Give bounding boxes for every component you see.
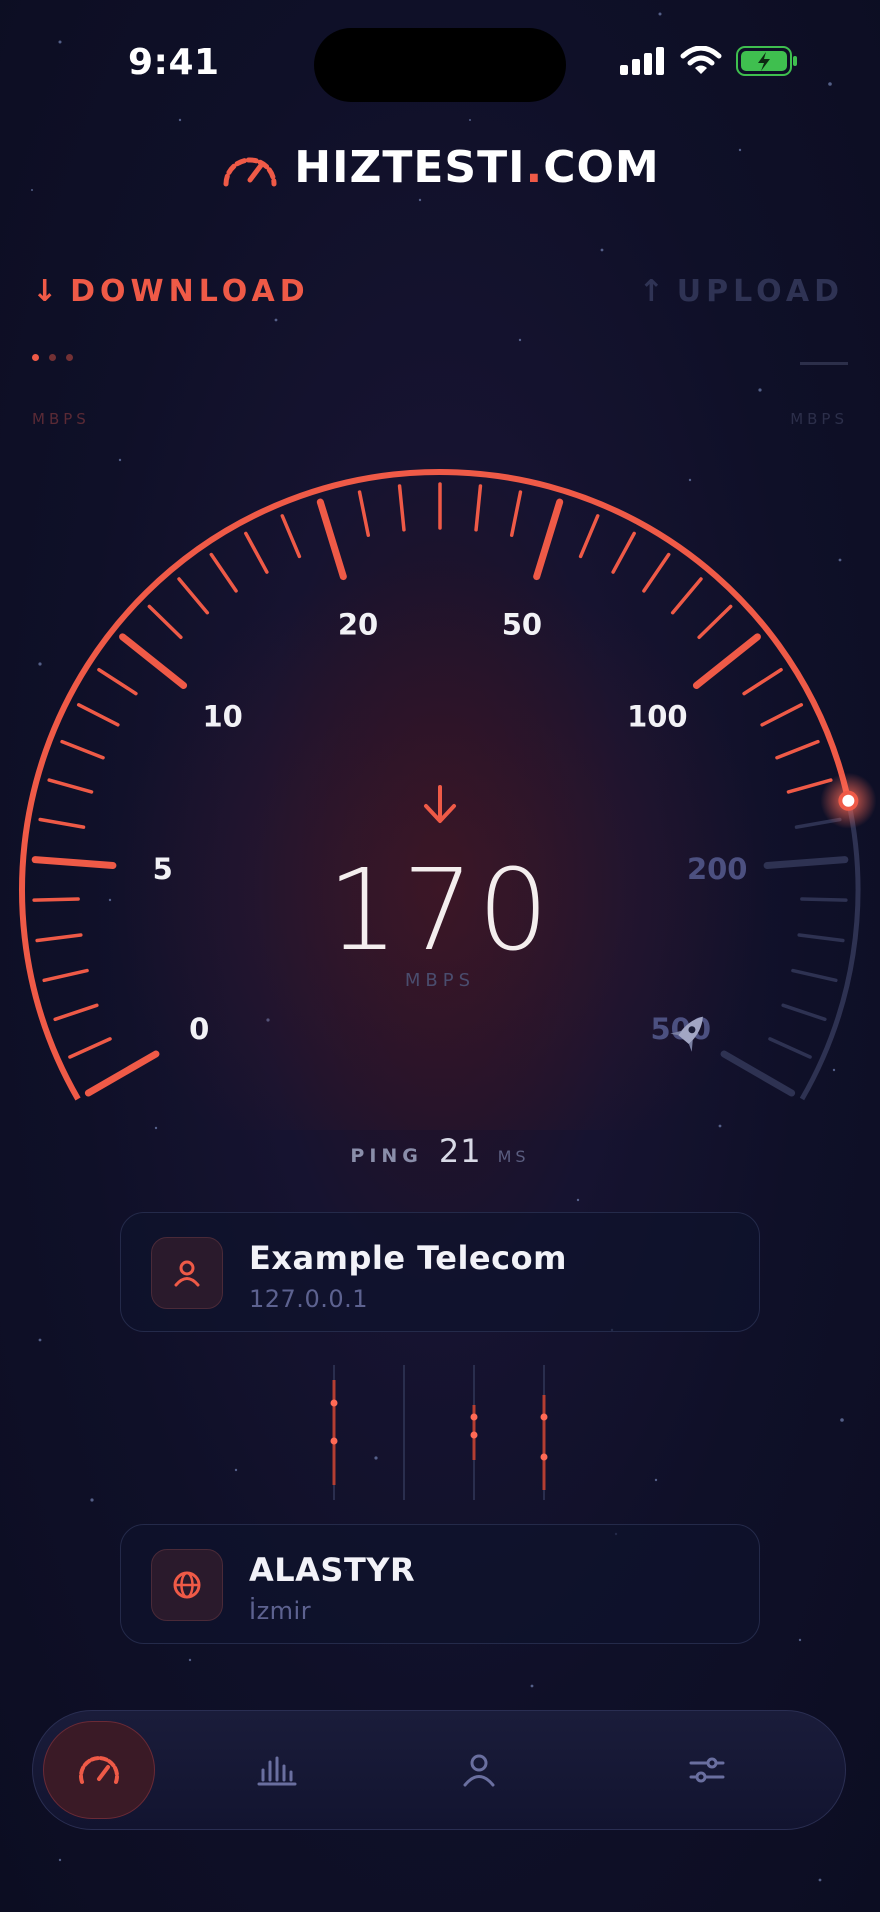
gauge-minor-tick xyxy=(38,817,86,829)
gauge-minor-tick xyxy=(509,490,523,537)
gauge-minor-tick xyxy=(670,577,703,615)
gauge-major-tick xyxy=(316,498,347,581)
ping-readout: PING 21 MS xyxy=(0,1132,880,1170)
gauge-minor-tick xyxy=(642,552,671,593)
gauge-needle-knob xyxy=(838,790,859,811)
gauge-minor-tick xyxy=(60,739,105,760)
ping-label: PING xyxy=(350,1145,423,1167)
profile-icon xyxy=(463,1754,495,1787)
gauge-scale-label: 0 xyxy=(189,1012,209,1046)
gauge-minor-tick xyxy=(397,484,406,532)
tab-profile[interactable] xyxy=(423,1721,535,1819)
bottom-tab-bar xyxy=(32,1710,846,1830)
speedometer-icon xyxy=(79,1756,119,1784)
isp-ip-address: 127.0.0.1 xyxy=(249,1285,369,1313)
gauge-minor-tick xyxy=(768,1037,812,1059)
tab-results[interactable] xyxy=(221,1721,333,1819)
server-location: İzmir xyxy=(249,1597,312,1625)
gauge-minor-tick xyxy=(775,739,820,760)
gauge-minor-tick xyxy=(53,1003,99,1022)
gauge-major-tick xyxy=(119,633,188,689)
gauge-scale-label: 100 xyxy=(627,700,688,734)
gauge-minor-tick xyxy=(97,667,138,696)
gauge-minor-tick xyxy=(76,703,120,727)
gauge-minor-tick xyxy=(474,484,483,532)
gauge-minor-tick xyxy=(47,778,94,794)
speed-value: 170 xyxy=(327,846,553,976)
download-direction-icon xyxy=(424,785,456,823)
gauge-minor-tick xyxy=(177,577,210,615)
isp-card[interactable]: Example Telecom 127.0.0.1 xyxy=(120,1212,760,1332)
gauge-minor-tick xyxy=(147,604,183,639)
user-icon xyxy=(151,1237,223,1309)
speed-unit: MBPS xyxy=(404,970,476,991)
server-card[interactable]: ALASTYR İzmir xyxy=(120,1524,760,1644)
gauge-scale-label: 10 xyxy=(202,700,242,734)
gauge-major-tick xyxy=(84,1050,160,1097)
gauge-scale-label: 20 xyxy=(338,607,378,641)
gauge-minor-tick xyxy=(209,552,238,593)
isp-name: Example Telecom xyxy=(249,1239,567,1277)
gauge-minor-tick xyxy=(781,1003,827,1022)
ping-value: 21 xyxy=(438,1132,482,1170)
gauge-minor-tick xyxy=(357,490,371,537)
gauge-major-tick xyxy=(720,1050,796,1097)
gauge-major-tick xyxy=(533,498,564,581)
gauge-minor-tick xyxy=(760,703,804,727)
sliders-icon xyxy=(689,1757,725,1783)
globe-icon xyxy=(151,1549,223,1621)
connection-animation xyxy=(330,1365,548,1500)
tab-settings[interactable] xyxy=(651,1721,763,1819)
gauge-minor-tick xyxy=(280,514,302,559)
gauge-minor-tick xyxy=(611,531,636,574)
gauge-minor-tick xyxy=(742,667,783,696)
gauge-minor-tick xyxy=(68,1037,112,1059)
ping-unit: MS xyxy=(497,1147,530,1166)
gauge-minor-tick xyxy=(578,514,600,559)
tab-speedtest[interactable] xyxy=(43,1721,155,1819)
server-name: ALASTYR xyxy=(249,1551,416,1589)
bar-chart-icon xyxy=(257,1756,297,1786)
gauge-major-tick xyxy=(692,633,761,689)
gauge-minor-tick xyxy=(697,604,733,639)
gauge-scale-label: 50 xyxy=(502,607,542,641)
gauge-minor-tick xyxy=(244,531,269,574)
